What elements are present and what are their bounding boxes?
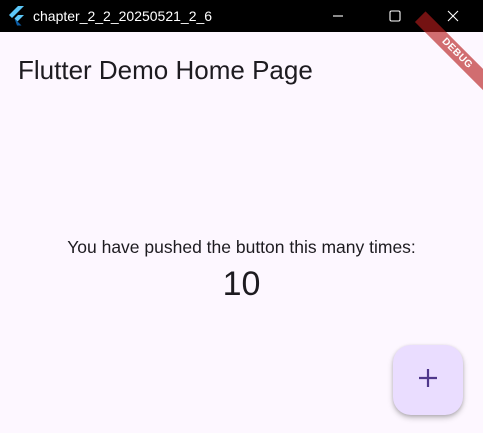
increment-button[interactable]	[393, 345, 463, 415]
page-title: Flutter Demo Home Page	[18, 55, 313, 85]
counter-message: You have pushed the button this many tim…	[67, 237, 416, 257]
title-bar[interactable]: chapter_2_2_20250521_2_6	[0, 0, 483, 32]
app-window: chapter_2_2_20250521_2_6 Flutter Demo Ho…	[0, 0, 483, 433]
minimize-button[interactable]	[309, 0, 367, 32]
plus-icon	[417, 367, 439, 394]
maximize-button[interactable]	[366, 0, 424, 32]
counter-value: 10	[222, 265, 261, 303]
close-icon	[447, 10, 459, 22]
window-title: chapter_2_2_20250521_2_6	[33, 8, 213, 24]
maximize-icon	[389, 10, 401, 22]
app-content: Flutter Demo Home Page You have pushed t…	[0, 32, 483, 433]
minimize-icon	[332, 10, 344, 22]
flutter-logo-icon	[8, 6, 26, 26]
close-button[interactable]	[424, 0, 482, 32]
